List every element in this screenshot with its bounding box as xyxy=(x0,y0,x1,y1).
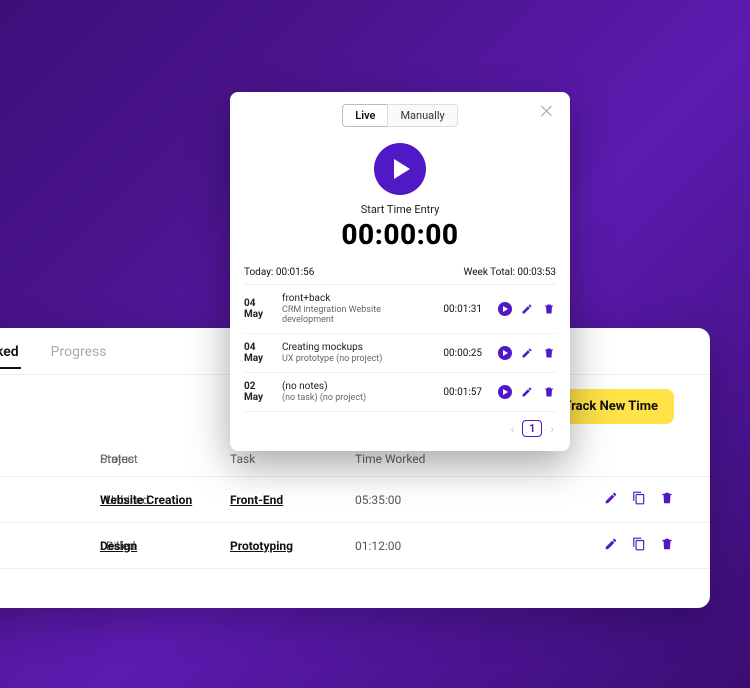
delete-icon[interactable] xyxy=(542,385,556,399)
table-row: Billed Design Prototyping 01:12:00 xyxy=(0,522,710,568)
play-button[interactable] xyxy=(374,143,426,195)
entry-duration: 00:01:57 xyxy=(432,387,482,398)
entry-context: (no task) (no project) xyxy=(282,393,424,403)
task-link[interactable]: Front-End xyxy=(230,493,355,507)
delete-icon[interactable] xyxy=(542,302,556,316)
col-task: Task xyxy=(230,452,355,466)
mode-live-button[interactable]: Live xyxy=(342,104,387,127)
close-icon[interactable] xyxy=(538,104,556,122)
time-worked-value: 05:35:00 xyxy=(355,493,470,507)
timer-display: 00:00:00 xyxy=(244,218,556,251)
entry-context: UX prototype (no project) xyxy=(282,354,424,364)
week-value: 00:03:53 xyxy=(517,267,556,278)
mode-segmented-control: Live Manually xyxy=(342,104,457,127)
today-total: Today: 00:01:56 xyxy=(244,267,314,278)
edit-icon[interactable] xyxy=(520,346,534,360)
week-total: Week Total: 00:03:53 xyxy=(464,267,557,278)
edit-icon[interactable] xyxy=(520,385,534,399)
table-row: Unbilled Website Creation Front-End 05:3… xyxy=(0,476,710,522)
edit-icon[interactable] xyxy=(520,302,534,316)
entry-notes: front+back xyxy=(282,293,424,304)
copy-icon[interactable] xyxy=(632,537,646,554)
entry-date: 04 May xyxy=(244,298,274,320)
delete-icon[interactable] xyxy=(542,346,556,360)
entry-date: 04 May xyxy=(244,342,274,364)
entry-notes: Creating mockups xyxy=(282,342,424,353)
col-project: Project xyxy=(100,452,230,466)
play-icon[interactable] xyxy=(498,302,512,316)
delete-icon[interactable] xyxy=(660,491,674,508)
totals-row: Today: 00:01:56 Week Total: 00:03:53 xyxy=(244,267,556,278)
tab-worked[interactable]: ked xyxy=(0,342,21,368)
chevron-left-icon[interactable]: ‹ xyxy=(508,422,516,436)
tab-progress[interactable]: Progress xyxy=(49,342,109,368)
page-number[interactable]: 1 xyxy=(522,420,542,437)
delete-icon[interactable] xyxy=(660,537,674,554)
today-label: Today: xyxy=(244,267,273,278)
list-item: 04 May front+back CRM integration Websit… xyxy=(244,285,556,334)
time-entries-list: 04 May front+back CRM integration Websit… xyxy=(244,284,556,412)
row-actions xyxy=(580,537,710,554)
task-link[interactable]: Prototyping xyxy=(230,539,355,553)
time-worked-table: Status Project Task Time Worked Unbilled… xyxy=(0,446,710,569)
time-entry-popover: Live Manually Start Time Entry 00:00:00 … xyxy=(230,92,570,451)
entry-notes: (no notes) xyxy=(282,381,424,392)
week-label: Week Total: xyxy=(464,267,515,278)
today-value: 00:01:56 xyxy=(276,267,315,278)
row-actions xyxy=(580,491,710,508)
project-link[interactable]: Design xyxy=(100,539,230,553)
entry-context: CRM integration Website development xyxy=(282,305,424,325)
edit-icon[interactable] xyxy=(604,537,618,554)
list-item: 02 May (no notes) (no task) (no project)… xyxy=(244,373,556,412)
copy-icon[interactable] xyxy=(632,491,646,508)
mode-manually-button[interactable]: Manually xyxy=(387,104,457,127)
pagination: ‹ 1 › xyxy=(244,420,556,437)
entry-date: 02 May xyxy=(244,381,274,403)
col-time: Time Worked xyxy=(355,452,470,466)
entry-duration: 00:00:25 xyxy=(432,348,482,359)
play-icon[interactable] xyxy=(498,385,512,399)
time-worked-value: 01:12:00 xyxy=(355,539,470,553)
list-item: 04 May Creating mockups UX prototype (no… xyxy=(244,334,556,373)
edit-icon[interactable] xyxy=(604,491,618,508)
start-time-entry-label: Start Time Entry xyxy=(244,203,556,216)
project-link[interactable]: Website Creation xyxy=(100,493,230,507)
chevron-right-icon[interactable]: › xyxy=(548,422,556,436)
play-icon xyxy=(394,159,410,179)
col-status: Status xyxy=(0,452,100,466)
play-icon[interactable] xyxy=(498,346,512,360)
entry-duration: 00:01:31 xyxy=(432,304,482,315)
